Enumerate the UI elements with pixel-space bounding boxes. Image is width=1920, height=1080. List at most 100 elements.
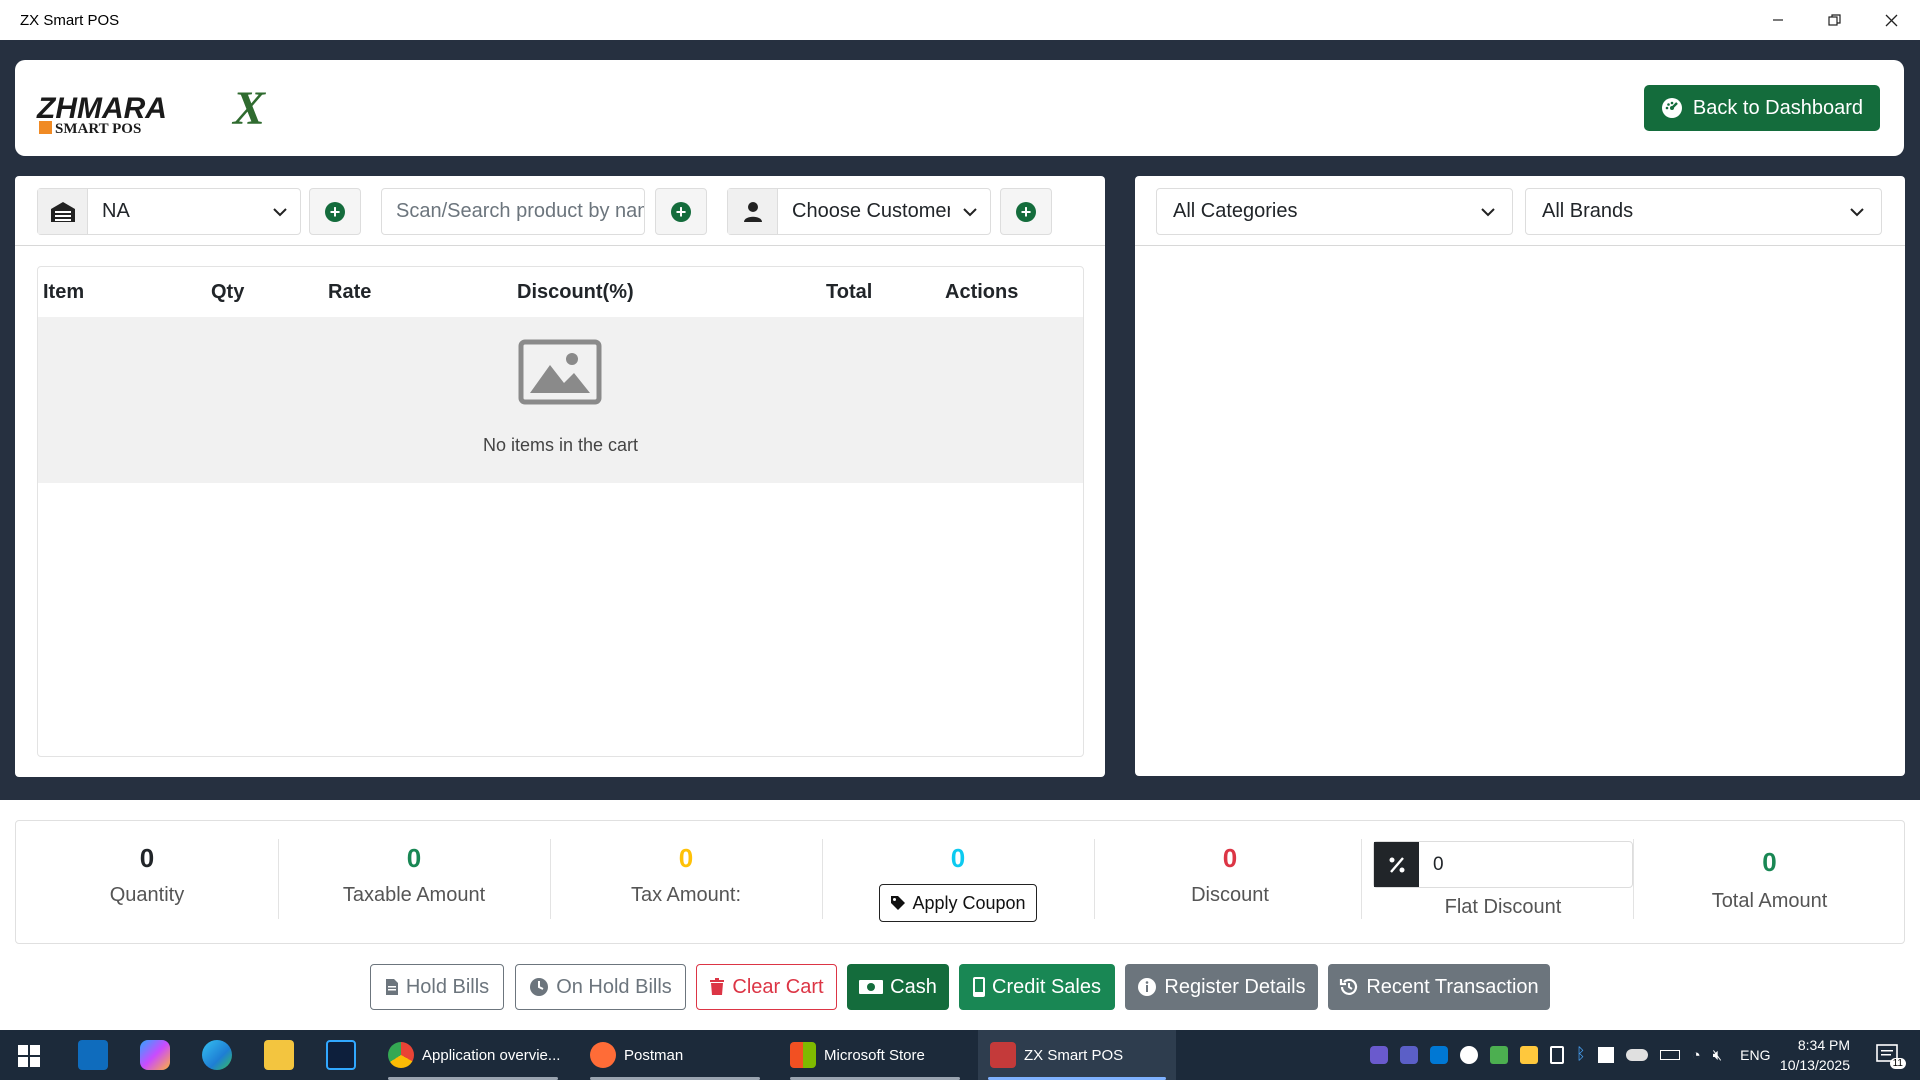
plus-circle-icon: + bbox=[1016, 201, 1036, 222]
action-buttons: Hold Bills On Hold Bills Clear Cart Cash… bbox=[0, 964, 1920, 1010]
back-to-dashboard-button[interactable]: Back to Dashboard bbox=[1643, 85, 1880, 131]
file-explorer-icon[interactable] bbox=[264, 1040, 294, 1070]
category-select[interactable]: All Categories bbox=[1156, 188, 1513, 235]
brand-select[interactable]: All Brands bbox=[1525, 188, 1882, 235]
taskbar-app-label: ZX Smart POS bbox=[1024, 1046, 1124, 1064]
user-icon bbox=[728, 189, 778, 234]
column-item: Item bbox=[43, 281, 85, 303]
add-product-button[interactable]: + bbox=[655, 188, 707, 235]
clear-cart-label: Clear Cart bbox=[732, 975, 824, 998]
cart-panel: NA + Scan/Search product by name + Choos… bbox=[15, 176, 1105, 777]
dashboard-icon bbox=[1661, 98, 1682, 118]
restore-button[interactable] bbox=[1806, 0, 1863, 40]
cash-label: Cash bbox=[890, 975, 937, 998]
on-hold-bills-label: On Hold Bills bbox=[556, 975, 672, 998]
chrome-icon bbox=[388, 1042, 414, 1068]
chevron-down-icon bbox=[1481, 207, 1495, 216]
volume-icon[interactable]: 🔇︎ bbox=[1713, 1047, 1722, 1064]
flat-discount-input[interactable]: 0 bbox=[1419, 842, 1632, 887]
product-search-placeholder: Scan/Search product by name bbox=[396, 200, 644, 222]
close-button[interactable] bbox=[1863, 0, 1920, 40]
quantity-label: Quantity bbox=[109, 884, 185, 906]
notification-icon[interactable]: 11 bbox=[1876, 1043, 1906, 1069]
wifi-icon[interactable]: ◔ bbox=[1692, 1047, 1701, 1064]
tax-amount-value: 0 bbox=[678, 843, 694, 873]
info-icon bbox=[1138, 978, 1157, 996]
close-icon bbox=[1885, 14, 1898, 26]
add-warehouse-button[interactable]: + bbox=[309, 188, 361, 235]
chevron-down-icon bbox=[260, 207, 300, 217]
teams-icon[interactable] bbox=[1400, 1046, 1418, 1064]
taskbar-app-store[interactable]: Microsoft Store bbox=[780, 1030, 970, 1080]
quantity-stat: 0 Quantity bbox=[16, 821, 278, 945]
cash-button[interactable]: Cash bbox=[847, 964, 949, 1010]
empty-cart-text: No items in the cart bbox=[482, 435, 639, 455]
brand-logo: ZHMARA X SMART POS bbox=[35, 82, 305, 137]
tax-amount-label: Tax Amount: bbox=[630, 884, 742, 906]
file-icon bbox=[385, 979, 398, 995]
plus-circle-icon: + bbox=[671, 201, 691, 222]
empty-cart-state: No items in the cart bbox=[38, 317, 1083, 483]
windows-start-icon[interactable] bbox=[18, 1045, 40, 1072]
discount-stat: 0 Discount bbox=[1094, 821, 1366, 945]
hold-bills-button[interactable]: Hold Bills bbox=[370, 964, 504, 1010]
coupon-stat: 0 Apply Coupon bbox=[822, 821, 1094, 945]
clock-date: 10/13/2025 bbox=[1779, 1057, 1850, 1073]
add-customer-button[interactable]: + bbox=[1000, 188, 1052, 235]
app-area: ZHMARA X SMART POS Back to Dashboard NA … bbox=[0, 40, 1920, 800]
security-icon[interactable] bbox=[1597, 1047, 1614, 1063]
tray-app-icon[interactable] bbox=[1520, 1046, 1538, 1064]
taskbar-app-zxpos[interactable]: ZX Smart POS bbox=[978, 1030, 1176, 1080]
taskbar-app-postman[interactable]: Postman bbox=[580, 1030, 770, 1080]
back-to-dashboard-label: Back to Dashboard bbox=[1692, 96, 1863, 119]
system-tray: ᛒ ◔ 🔇︎ ENG bbox=[1370, 1030, 1770, 1080]
tray-app-icon[interactable] bbox=[1460, 1046, 1478, 1064]
onedrive-icon[interactable] bbox=[1625, 1049, 1648, 1061]
column-qty: Qty bbox=[211, 281, 245, 303]
tray-app-icon[interactable] bbox=[1490, 1046, 1508, 1064]
device-icon[interactable] bbox=[1550, 1046, 1564, 1064]
tray-app-icon[interactable] bbox=[1370, 1046, 1388, 1064]
outlook-icon[interactable] bbox=[78, 1040, 108, 1070]
apply-coupon-button[interactable]: Apply Coupon bbox=[879, 884, 1037, 922]
recent-transaction-button[interactable]: Recent Transaction bbox=[1328, 964, 1550, 1010]
chevron-down-icon bbox=[1850, 207, 1864, 216]
trash-icon bbox=[710, 978, 725, 995]
category-value: All Categories bbox=[1173, 200, 1298, 222]
taskbar-app-chrome[interactable]: Application overvie... bbox=[378, 1030, 568, 1080]
percent-icon bbox=[1374, 842, 1419, 887]
taskbar-app-label: Application overvie... bbox=[422, 1046, 561, 1064]
credit-sales-button[interactable]: Credit Sales bbox=[959, 964, 1115, 1010]
language-indicator[interactable]: ENG bbox=[1740, 1047, 1770, 1063]
clock[interactable]: 8:34 PM 10/13/2025 bbox=[1780, 1035, 1850, 1075]
brand-value: All Brands bbox=[1542, 200, 1634, 222]
register-details-button[interactable]: Register Details bbox=[1125, 964, 1318, 1010]
on-hold-bills-button[interactable]: On Hold Bills bbox=[515, 964, 686, 1010]
store-icon bbox=[790, 1042, 816, 1068]
customer-select[interactable]: Choose Customer bbox=[727, 188, 991, 235]
taxable-amount-label: Taxable Amount bbox=[342, 884, 486, 906]
taxable-amount-value: 0 bbox=[406, 843, 422, 873]
quantity-value: 0 bbox=[139, 843, 155, 873]
battery-icon[interactable] bbox=[1659, 1050, 1680, 1060]
taskbar-app-label: Postman bbox=[624, 1046, 684, 1064]
column-rate: Rate bbox=[328, 281, 372, 303]
edge-icon[interactable] bbox=[202, 1040, 232, 1070]
copilot-icon[interactable] bbox=[140, 1040, 170, 1070]
discount-label: Discount bbox=[1191, 884, 1269, 906]
tray-app-icon[interactable] bbox=[1430, 1046, 1448, 1064]
warehouse-select[interactable]: NA bbox=[37, 188, 301, 235]
photoshop-icon[interactable] bbox=[326, 1040, 356, 1070]
postman-icon bbox=[590, 1042, 616, 1068]
minimize-button[interactable] bbox=[1749, 0, 1806, 40]
product-panel: All Categories All Brands bbox=[1135, 176, 1905, 776]
mobile-icon bbox=[973, 977, 986, 997]
clear-cart-button[interactable]: Clear Cart bbox=[696, 964, 837, 1010]
product-search-input[interactable]: Scan/Search product by name bbox=[381, 188, 645, 235]
zxpos-icon bbox=[990, 1042, 1016, 1068]
flat-discount-field[interactable]: 0 bbox=[1373, 841, 1633, 888]
taxable-amount-stat: 0 Taxable Amount bbox=[278, 821, 550, 945]
clock-icon bbox=[530, 978, 549, 996]
bluetooth-icon[interactable]: ᛒ bbox=[1576, 1046, 1586, 1064]
cart-toolbar: NA + Scan/Search product by name + Choos… bbox=[15, 176, 1105, 246]
